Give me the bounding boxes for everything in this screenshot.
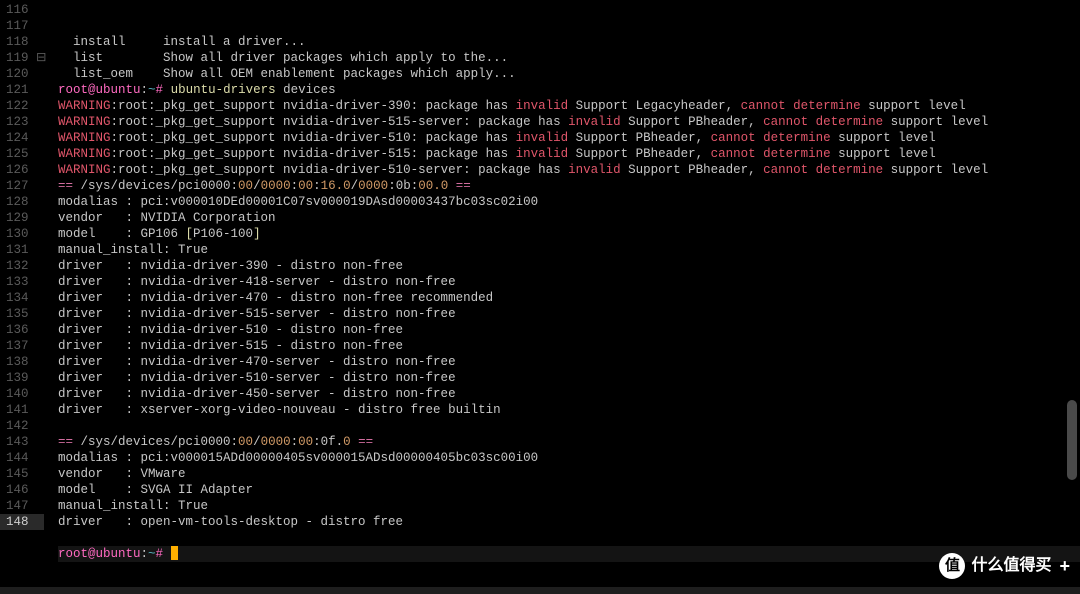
line-number: 125 — [0, 146, 44, 162]
line-number: 116 — [0, 2, 44, 18]
watermark-text: 什么值得买 — [971, 558, 1051, 574]
code-line[interactable]: driver : xserver-xorg-video-nouveau - di… — [58, 402, 1080, 418]
line-number: 124 — [0, 130, 44, 146]
code-line[interactable]: == /sys/devices/pci0000:00/0000:00:16.0/… — [58, 178, 1080, 194]
text-cursor — [171, 546, 178, 560]
line-number: 136 — [0, 322, 44, 338]
line-number: 140 — [0, 386, 44, 402]
line-number: 137 — [0, 338, 44, 354]
line-number: 130 — [0, 226, 44, 242]
code-editor[interactable]: 116 117 118 119 ⊟120 121 122 123 124 125… — [0, 0, 1080, 587]
code-line[interactable]: list_oem Show all OEM enablement package… — [58, 66, 1080, 82]
line-number: 128 — [0, 194, 44, 210]
line-number: 126 — [0, 162, 44, 178]
code-line[interactable]: driver : nvidia-driver-515 - distro non-… — [58, 338, 1080, 354]
code-line[interactable]: vendor : NVIDIA Corporation — [58, 210, 1080, 226]
line-number: 141 — [0, 402, 44, 418]
code-line[interactable] — [58, 418, 1080, 434]
code-line[interactable]: WARNING:root:_pkg_get_support nvidia-dri… — [58, 130, 1080, 146]
code-line[interactable]: modalias : pci:v000010DEd00001C07sv00001… — [58, 194, 1080, 210]
line-number: 139 — [0, 370, 44, 386]
line-number: 117 — [0, 18, 44, 34]
code-line[interactable]: driver : nvidia-driver-515-server - dist… — [58, 306, 1080, 322]
line-number: 122 — [0, 98, 44, 114]
code-line[interactable]: install install a driver... — [58, 34, 1080, 50]
line-number: 129 — [0, 210, 44, 226]
line-number: 144 — [0, 450, 44, 466]
line-number: 135 — [0, 306, 44, 322]
code-line[interactable] — [58, 530, 1080, 546]
line-number-gutter: 116 117 118 119 ⊟120 121 122 123 124 125… — [0, 0, 52, 587]
watermark: 值 什么值得买 + — [939, 553, 1070, 579]
line-number: 120 — [0, 66, 44, 82]
line-number: 123 — [0, 114, 44, 130]
code-line[interactable]: root@ubuntu:~# — [58, 546, 1080, 562]
line-number: 143 — [0, 434, 44, 450]
line-number: 134 — [0, 290, 44, 306]
line-number: 145 — [0, 466, 44, 482]
code-line[interactable]: driver : nvidia-driver-418-server - dist… — [58, 274, 1080, 290]
code-line[interactable]: WARNING:root:_pkg_get_support nvidia-dri… — [58, 162, 1080, 178]
line-number: 142 — [0, 418, 44, 434]
code-line[interactable]: driver : nvidia-driver-510-server - dist… — [58, 370, 1080, 386]
code-area[interactable]: install install a driver... list Show al… — [52, 0, 1080, 587]
vertical-scrollbar[interactable] — [1067, 400, 1077, 480]
code-line[interactable]: WARNING:root:_pkg_get_support nvidia-dri… — [58, 114, 1080, 130]
code-line[interactable]: modalias : pci:v000015ADd00000405sv00001… — [58, 450, 1080, 466]
watermark-badge-icon: 值 — [939, 553, 965, 579]
fold-icon[interactable]: ⊟ — [36, 50, 44, 66]
code-line[interactable]: driver : open-vm-tools-desktop - distro … — [58, 514, 1080, 530]
code-line[interactable]: root@ubuntu:~# ubuntu-drivers devices — [58, 82, 1080, 98]
code-line[interactable]: WARNING:root:_pkg_get_support nvidia-dri… — [58, 98, 1080, 114]
code-line[interactable]: driver : nvidia-driver-470-server - dist… — [58, 354, 1080, 370]
code-line[interactable]: WARNING:root:_pkg_get_support nvidia-dri… — [58, 146, 1080, 162]
line-number: 127 — [0, 178, 44, 194]
line-number: 148 — [0, 514, 44, 530]
code-line[interactable]: == /sys/devices/pci0000:00/0000:00:0f.0 … — [58, 434, 1080, 450]
code-line[interactable]: vendor : VMware — [58, 466, 1080, 482]
code-line[interactable]: driver : nvidia-driver-510 - distro non-… — [58, 322, 1080, 338]
code-line[interactable]: driver : nvidia-driver-390 - distro non-… — [58, 258, 1080, 274]
code-line[interactable]: model : GP106 [P106-100] — [58, 226, 1080, 242]
code-line[interactable]: model : SVGA II Adapter — [58, 482, 1080, 498]
code-line[interactable]: list Show all driver packages which appl… — [58, 50, 1080, 66]
line-number: 131 — [0, 242, 44, 258]
code-line[interactable]: manual_install: True — [58, 498, 1080, 514]
plus-icon: + — [1059, 558, 1070, 574]
line-number: 133 — [0, 274, 44, 290]
code-line[interactable]: driver : nvidia-driver-450-server - dist… — [58, 386, 1080, 402]
line-number: 132 — [0, 258, 44, 274]
code-line[interactable]: driver : nvidia-driver-470 - distro non-… — [58, 290, 1080, 306]
line-number: 121 — [0, 82, 44, 98]
line-number: 118 — [0, 34, 44, 50]
line-number: 119 ⊟ — [0, 50, 44, 66]
line-number: 138 — [0, 354, 44, 370]
line-number: 146 — [0, 482, 44, 498]
line-number: 147 — [0, 498, 44, 514]
code-line[interactable]: manual_install: True — [58, 242, 1080, 258]
